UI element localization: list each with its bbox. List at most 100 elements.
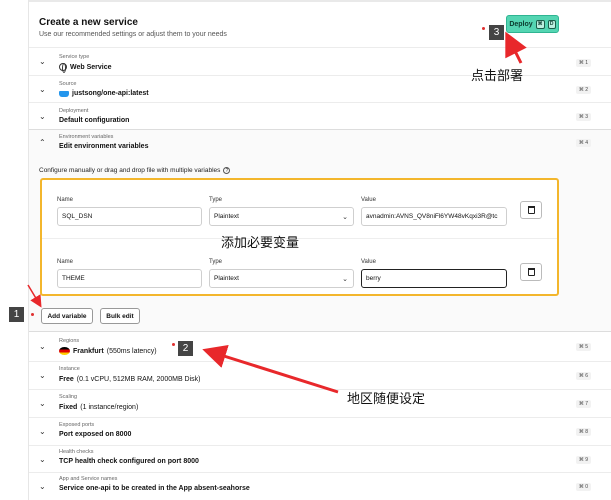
shortcut-badge: ⌘ 5 — [575, 343, 591, 351]
chevron-down-icon: ⌄ — [39, 85, 46, 94]
health-value: TCP health check configured on port 8000 — [59, 458, 199, 465]
annotation-deploy-text: 点击部署 — [471, 69, 524, 84]
row-value: Free (0.1 vCPU, 512MB RAM, 2000MB Disk) — [59, 376, 201, 383]
row-label: Environment variables — [59, 134, 114, 140]
page-title: Create a new service — [39, 17, 138, 28]
chevron-down-icon: ⌄ — [39, 371, 46, 380]
value-input[interactable]: avnadmin:AVNS_QV8niFl6YW48vKqxi3R@tc — [361, 207, 507, 226]
app-service-names-row[interactable]: ⌄ App and Service names Service one-api … — [29, 472, 611, 500]
service-type-row[interactable]: ⌄ Service type Web Service ⌘ 1 — [29, 47, 611, 75]
chevron-down-icon: ⌄ — [39, 112, 46, 121]
page-subtitle: Use our recommended settings or adjust t… — [39, 31, 227, 38]
row-label: App and Service names — [59, 476, 118, 482]
value-input[interactable]: berry — [361, 269, 507, 288]
chevron-down-icon: ⌄ — [39, 482, 46, 491]
annotation-region-text: 地区随便设定 — [347, 392, 426, 407]
name-label: Name — [57, 197, 74, 203]
add-variable-button[interactable]: Add variable — [41, 308, 93, 324]
chevron-up-icon: ⌃ — [39, 138, 46, 147]
trash-icon — [527, 206, 535, 214]
row-label: Deployment — [59, 108, 89, 114]
chevron-down-icon: ⌄ — [39, 427, 46, 436]
shortcut-badge: ⌘ 9 — [575, 456, 591, 464]
d-key: D — [547, 19, 556, 29]
chevron-down-icon: ⌄ — [342, 275, 348, 283]
type-select[interactable]: Plaintext ⌄ — [209, 207, 354, 226]
type-value: Plaintext — [214, 213, 239, 220]
env-hint-text: Configure manually or drag and drop file… — [39, 167, 221, 174]
deployment-row[interactable]: ⌄ Deployment Default configuration ⌘ 3 — [29, 102, 611, 129]
shortcut-badge: ⌘ 4 — [575, 139, 591, 147]
help-icon[interactable]: ? — [223, 167, 231, 174]
chevron-down-icon: ⌄ — [342, 213, 348, 221]
chevron-down-icon: ⌄ — [39, 57, 46, 66]
row-label: Health checks — [59, 449, 94, 455]
type-label: Type — [209, 259, 223, 265]
scaling-value: Fixed — [59, 404, 78, 411]
globe-icon — [59, 63, 67, 73]
annotation-dot — [482, 27, 485, 30]
row-label: Service type — [59, 54, 90, 60]
health-checks-row[interactable]: ⌄ Health checks TCP health check configu… — [29, 445, 611, 472]
variable-row: Name Type Value THEME Plaintext ⌄ berry — [42, 239, 557, 297]
chevron-down-icon: ⌄ — [39, 399, 46, 408]
cmd-key: ⌘ — [535, 19, 545, 29]
region-value: Frankfurt — [73, 347, 104, 355]
row-value: Web Service — [59, 63, 112, 73]
annotation-badge-2: 2 — [178, 341, 193, 356]
shortcut-badge: ⌘ 1 — [575, 59, 591, 67]
annotation-dot — [172, 343, 175, 346]
service-type-value: Web Service — [70, 63, 112, 71]
instance-row[interactable]: ⌄ Instance Free (0.1 vCPU, 512MB RAM, 20… — [29, 361, 611, 389]
row-value: justsong/one-api:latest — [59, 90, 149, 97]
instance-value: Free — [59, 376, 74, 383]
row-label: Exposed ports — [59, 422, 95, 428]
annotation-dot — [31, 313, 34, 316]
instance-specs: (0.1 vCPU, 512MB RAM, 2000MB Disk) — [76, 376, 201, 383]
trash-icon — [527, 268, 535, 276]
name-input[interactable]: THEME — [57, 269, 202, 288]
annotation-badge-3: 3 — [489, 25, 504, 40]
type-select[interactable]: Plaintext ⌄ — [209, 269, 354, 288]
source-value: justsong/one-api:latest — [72, 90, 149, 97]
variables-box: Name Type Value SQL_DSN Plaintext ⌄ avna… — [40, 178, 559, 296]
environment-variables-row[interactable]: ⌃ Environment variables Edit environment… — [29, 130, 611, 156]
deploy-button[interactable]: Deploy ⌘ D — [506, 15, 559, 33]
docker-icon — [59, 90, 69, 97]
value-label: Value — [361, 259, 376, 265]
delete-variable-button[interactable] — [520, 263, 542, 281]
row-label: Instance — [59, 366, 80, 372]
deploy-label: Deploy — [509, 20, 533, 28]
chevron-down-icon: ⌄ — [39, 455, 46, 464]
ports-value: Port exposed on 8000 — [59, 431, 132, 438]
scaling-row[interactable]: ⌄ Scaling Fixed (1 instance/region) ⌘ 7 — [29, 389, 611, 417]
annotation-vars-text: 添加必要变量 — [221, 236, 300, 251]
region-latency: (550ms latency) — [106, 347, 157, 355]
top-divider — [29, 0, 611, 2]
scaling-detail: (1 instance/region) — [80, 404, 139, 411]
shortcut-badge: ⌘ 7 — [575, 400, 591, 408]
shortcut-badge: ⌘ 3 — [575, 113, 591, 121]
environment-variables-section: ⌃ Environment variables Edit environment… — [29, 129, 611, 332]
value-label: Value — [361, 197, 376, 203]
row-label: Source — [59, 81, 77, 87]
env-hint: Configure manually or drag and drop file… — [39, 167, 231, 174]
exposed-ports-row[interactable]: ⌄ Exposed ports Port exposed on 8000 ⌘ 8 — [29, 417, 611, 445]
row-value: Fixed (1 instance/region) — [59, 404, 138, 411]
create-service-page: Create a new service Use our recommended… — [28, 0, 611, 500]
delete-variable-button[interactable] — [520, 201, 542, 219]
names-value: Service one-api to be created in the App… — [59, 485, 250, 492]
name-input[interactable]: SQL_DSN — [57, 207, 202, 226]
shortcut-badge: ⌘ 2 — [575, 86, 591, 94]
name-label: Name — [57, 259, 74, 265]
annotation-badge-1: 1 — [9, 307, 24, 322]
shortcut-badge: ⌘ 8 — [575, 428, 591, 436]
shortcut-badge: ⌘ 0 — [575, 483, 591, 491]
germany-flag-icon — [59, 347, 70, 355]
variable-row: Name Type Value SQL_DSN Plaintext ⌄ avna… — [42, 180, 557, 238]
bulk-edit-button[interactable]: Bulk edit — [100, 308, 140, 324]
row-label: Regions — [59, 338, 80, 344]
type-value: Plaintext — [214, 275, 239, 282]
source-row[interactable]: ⌄ Source justsong/one-api:latest ⌘ 2 — [29, 75, 611, 102]
regions-row[interactable]: ⌄ Regions Frankfurt (550ms latency) ⌘ 5 — [29, 333, 611, 361]
